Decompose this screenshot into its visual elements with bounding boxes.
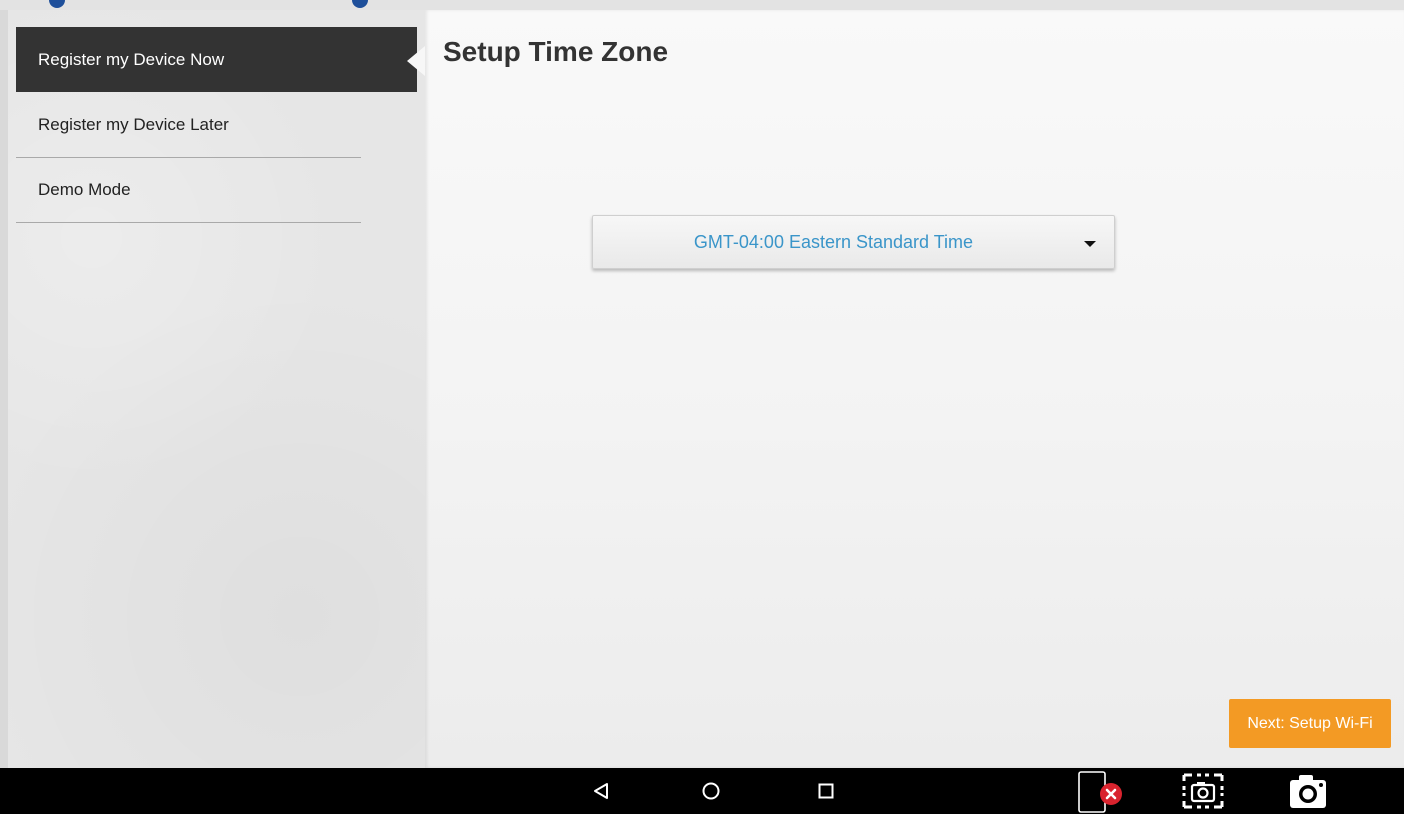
main-panel: Setup Time Zone GMT-04:00 Eastern Standa… [425, 10, 1404, 768]
partial-screenshot-icon[interactable] [1173, 768, 1233, 814]
timezone-select[interactable]: GMT-04:00 Eastern Standard Time [592, 215, 1115, 269]
sidebar-item-label: Demo Mode [38, 180, 131, 199]
active-item-pointer [407, 46, 425, 76]
system-nav-bar [0, 768, 1404, 814]
screen-record-stop-icon[interactable] [1071, 768, 1131, 814]
timezone-value: GMT-04:00 Eastern Standard Time [693, 231, 974, 252]
sidebar-item-label: Register my Device Later [38, 115, 229, 134]
sidebar-item-demo-mode[interactable]: Demo Mode [16, 158, 361, 223]
left-edge [0, 10, 8, 768]
top-strip [0, 0, 1404, 10]
sidebar-item-register-now[interactable]: Register my Device Now [16, 27, 417, 92]
sidebar-item-register-later[interactable]: Register my Device Later [16, 93, 361, 158]
home-icon[interactable] [681, 768, 741, 814]
step-indicator-dot [49, 0, 65, 8]
sidebar-item-label: Register my Device Now [38, 49, 225, 69]
page-title: Setup Time Zone [443, 36, 669, 67]
camera-icon[interactable] [1278, 768, 1338, 814]
recents-icon[interactable] [796, 768, 856, 814]
next-setup-wifi-button[interactable]: Next: Setup Wi-Fi [1229, 699, 1391, 748]
step-indicator-dot [352, 0, 368, 8]
back-icon[interactable] [571, 768, 631, 814]
dropdown-caret-icon [1084, 241, 1096, 247]
